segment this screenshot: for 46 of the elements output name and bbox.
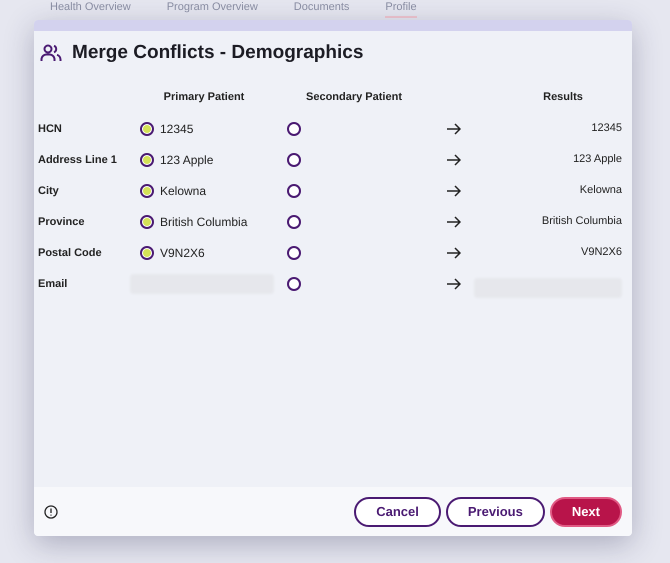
radio-button[interactable]: [140, 152, 154, 166]
field-label: Address Line 1: [38, 154, 117, 166]
column-header: Primary Patient: [164, 90, 244, 103]
arrow-right-icon: [447, 278, 461, 290]
radio-button[interactable]: [287, 214, 301, 228]
field-label: City: [38, 185, 59, 198]
field-label: Postal Code: [38, 247, 102, 260]
arrow-right-icon: [447, 246, 461, 258]
field-label: HCN: [38, 123, 62, 136]
info-icon[interactable]: [44, 504, 58, 518]
field-label: Email: [38, 278, 68, 290]
result-value: British Columbia: [542, 214, 622, 230]
arrow-right-icon: [447, 216, 461, 228]
field-value: British Columbia: [160, 214, 248, 230]
arrow-right-icon: [447, 184, 461, 196]
radio-button[interactable]: [140, 246, 154, 260]
field-value: 123 Apple: [160, 152, 214, 168]
field-value: V9N2X6: [160, 244, 205, 262]
field-value: Kelowna: [160, 182, 206, 200]
dialog-button[interactable]: Previous: [446, 496, 545, 526]
page-tab[interactable]: Profile: [385, 0, 417, 18]
people-icon: [40, 44, 62, 62]
result-value: V9N2X6: [581, 245, 622, 260]
radio-button[interactable]: [287, 184, 301, 198]
radio-button[interactable]: [287, 276, 301, 290]
radio-button[interactable]: [140, 184, 154, 198]
dialog-title: Merge Conflicts - Demographics: [72, 40, 364, 65]
arrow-right-icon: [447, 154, 461, 166]
page-tab[interactable]: Health Overview: [50, 0, 131, 18]
field-label: Province: [38, 216, 84, 228]
radio-button[interactable]: [287, 246, 301, 260]
radio-button[interactable]: [140, 122, 154, 136]
radio-button[interactable]: [140, 214, 154, 228]
radio-button[interactable]: [287, 122, 301, 136]
page-tab[interactable]: Documents: [294, 0, 350, 18]
column-header: Secondary Patient: [306, 90, 402, 103]
result-value: 123 Apple: [573, 152, 622, 168]
page-tab[interactable]: Program Overview: [166, 0, 258, 18]
dialog-button[interactable]: Cancel: [354, 496, 441, 526]
radio-button[interactable]: [287, 152, 301, 166]
result-value: 12345: [591, 121, 622, 136]
arrow-right-icon: [447, 122, 461, 134]
column-header: Results: [543, 90, 583, 103]
result-value: Kelowna: [580, 183, 622, 198]
dialog-button[interactable]: Next: [550, 496, 622, 526]
field-value: 12345: [160, 120, 194, 138]
